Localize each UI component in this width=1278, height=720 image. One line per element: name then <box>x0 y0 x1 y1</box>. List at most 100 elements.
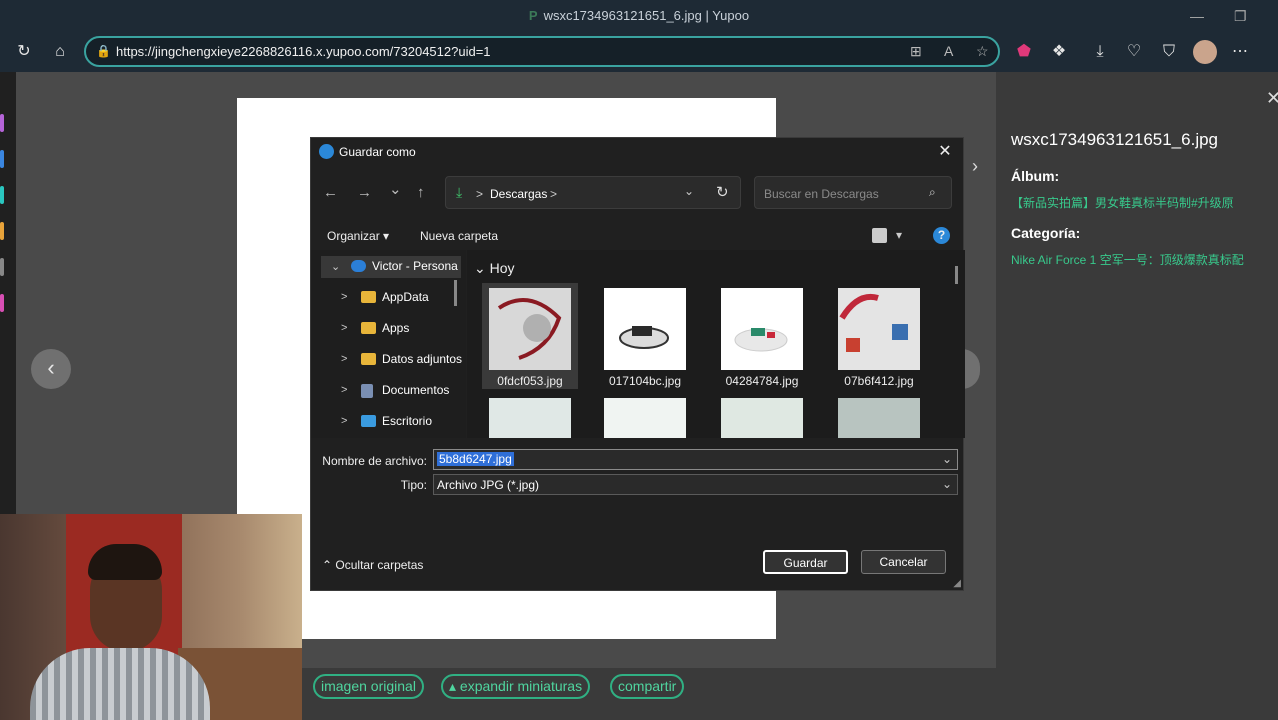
organize-menu[interactable]: Organizar ▾ <box>327 229 389 243</box>
heart-pulse-icon[interactable]: ♡ <box>1122 40 1146 64</box>
profile-avatar[interactable] <box>1193 40 1217 64</box>
view-options-icon[interactable] <box>872 228 887 243</box>
home-icon[interactable]: ⌂ <box>48 40 72 64</box>
download-folder-icon: ⤓ <box>456 184 463 200</box>
search-icon: ⌕ <box>929 185 936 199</box>
filename-value: 5b8d6247.jpg <box>437 452 514 466</box>
forward-arrow-icon[interactable]: → <box>357 184 372 201</box>
browser-shield-icon[interactable]: ⛉ <box>1157 40 1181 64</box>
share-button[interactable]: compartir <box>610 674 685 699</box>
tree-item-attachments[interactable]: > Datos adjuntos <box>321 349 462 371</box>
read-aloud-icon[interactable]: A <box>944 43 953 59</box>
window-title-bar: Pwsxc1734963121651_6.jpg | Yupoo — ❐ <box>0 0 1278 32</box>
webcam-overlay <box>0 514 302 720</box>
recent-locations-icon[interactable]: ⌄ <box>389 180 402 198</box>
category-link[interactable]: Nike Air Force 1 空军一号：顶级爆款真标配 <box>1011 251 1277 268</box>
help-icon[interactable]: ? <box>933 227 950 244</box>
file-thumbnail[interactable] <box>604 398 686 438</box>
file-name: 07b6f412.jpg <box>844 374 914 388</box>
tree-item-appdata[interactable]: > AppData <box>321 287 461 309</box>
save-as-dialog: Guardar como ✕ ← → ⌄ ↑ ⤓ > Descargas > ⌄… <box>310 137 965 591</box>
breadcrumb-separator: > <box>550 187 558 201</box>
tree-item-documents[interactable]: > Documentos <box>321 380 461 402</box>
downloads-icon[interactable]: ⤓ <box>1088 40 1112 64</box>
chevron-right-icon: > <box>341 353 348 365</box>
image-filename: wsxc1734963121651_6.jpg <box>1011 130 1219 149</box>
save-button[interactable]: Guardar <box>763 550 848 574</box>
hide-folders-toggle[interactable]: ⌃ Ocultar carpetas <box>322 558 423 572</box>
file-thumbnail[interactable] <box>489 398 571 438</box>
sidebar-app-icon[interactable] <box>0 258 4 276</box>
album-link[interactable]: 【新品实拍篇】男女鞋真标半码制#升级原 <box>1011 194 1277 211</box>
file-name: 0fdcf053.jpg <box>497 374 563 388</box>
chevron-right-icon: > <box>341 322 348 334</box>
expand-thumbnails-button[interactable]: ▴ expandir miniaturas <box>441 674 591 699</box>
file-thumbnail[interactable] <box>838 398 920 438</box>
new-folder-button[interactable]: Nueva carpeta <box>420 229 498 243</box>
file-thumbnail[interactable] <box>838 288 920 370</box>
view-dropdown-icon[interactable]: ▾ <box>896 228 902 242</box>
previous-image-button[interactable]: ‹ <box>31 349 71 389</box>
minimize-icon[interactable]: — <box>1190 0 1204 32</box>
filename-input[interactable]: 5b8d6247.jpg ⌄ <box>433 449 958 470</box>
panel-toggle-chevron-icon[interactable]: › <box>972 156 978 177</box>
file-thumbnail[interactable] <box>604 288 686 370</box>
group-header-today[interactable]: ⌄ Hoy <box>474 260 515 277</box>
tree-item-label: Escritorio <box>382 414 433 428</box>
address-url: https://jingchengxieye2268826116.x.yupoo… <box>116 44 491 59</box>
file-list-scrollbar[interactable] <box>955 266 958 284</box>
lock-icon: 🔒 <box>96 44 111 58</box>
file-thumbnail[interactable] <box>721 288 803 370</box>
up-arrow-icon[interactable]: ↑ <box>417 184 425 201</box>
maximize-icon[interactable]: ❐ <box>1234 0 1247 32</box>
app-grid-icon[interactable]: ⊞ <box>910 43 922 60</box>
breadcrumb-downloads[interactable]: Descargas <box>490 187 547 201</box>
resize-grip-icon[interactable]: ◢ <box>953 578 961 589</box>
tree-item-onedrive[interactable]: ⌄ Victor - Persona <box>321 256 461 278</box>
file-type-label: Tipo: <box>400 478 427 492</box>
back-arrow-icon[interactable]: ← <box>323 184 338 201</box>
file-list: ⌄ Hoy 0fdcf053.jpg 017104bc.jpg 04284784… <box>467 250 965 438</box>
shield-extension-icon[interactable]: ⬟ <box>1012 40 1036 64</box>
tree-item-label: Documentos <box>382 383 450 397</box>
more-menu-icon[interactable]: ⋯ <box>1228 40 1252 64</box>
file-type-select[interactable]: Archivo JPG (*.jpg) ⌄ <box>433 474 958 495</box>
extensions-icon[interactable]: ❖ <box>1047 40 1071 64</box>
address-bar[interactable]: 🔒 https://jingchengxieye2268826116.x.yup… <box>84 36 1000 67</box>
tree-item-label: Victor - Persona <box>372 259 458 273</box>
sidebar-app-icon[interactable] <box>0 186 4 204</box>
sidebar-app-icon[interactable] <box>0 114 4 132</box>
original-image-button[interactable]: imagen original <box>313 674 424 699</box>
refresh-icon[interactable]: ↻ <box>716 183 729 201</box>
search-placeholder: Buscar en Descargas <box>764 187 879 201</box>
file-type-value: Archivo JPG (*.jpg) <box>437 478 540 492</box>
sidebar-app-icon[interactable] <box>0 222 4 240</box>
breadcrumb-dropdown-icon[interactable]: ⌄ <box>684 184 694 198</box>
tree-scrollbar[interactable] <box>454 280 457 306</box>
dialog-close-button[interactable]: ✕ <box>933 140 957 164</box>
filename-label: Nombre de archivo: <box>322 454 427 468</box>
album-label: Álbum: <box>1011 168 1060 184</box>
tree-item-apps[interactable]: > Apps <box>321 318 461 340</box>
file-type-dropdown-icon[interactable]: ⌄ <box>942 477 952 491</box>
tree-item-label: AppData <box>382 290 429 304</box>
chevron-right-icon: > <box>341 291 348 303</box>
tree-item-desktop[interactable]: > Escritorio <box>321 411 461 433</box>
sidebar-app-icon[interactable] <box>0 294 4 312</box>
file-thumbnail[interactable] <box>721 398 803 438</box>
chevron-down-icon: ⌄ <box>331 261 341 273</box>
reload-icon[interactable]: ↻ <box>12 40 36 64</box>
address-breadcrumb[interactable]: ⤓ > Descargas > ⌄ ↻ <box>445 176 741 209</box>
folder-icon <box>361 353 376 365</box>
sidebar-app-icon[interactable] <box>0 150 4 168</box>
dialog-title: Guardar como <box>339 145 416 159</box>
folder-icon <box>361 322 376 334</box>
chevron-right-icon: > <box>341 384 348 396</box>
close-viewer-icon[interactable]: ✕ <box>1266 88 1278 109</box>
favorite-star-icon[interactable]: ☆ <box>976 43 989 60</box>
file-thumbnail[interactable] <box>489 288 571 370</box>
filename-dropdown-icon[interactable]: ⌄ <box>942 452 952 466</box>
cancel-button[interactable]: Cancelar <box>861 550 946 574</box>
search-downloads-input[interactable]: Buscar en Descargas ⌕ <box>754 176 952 209</box>
desktop-icon <box>361 415 376 427</box>
